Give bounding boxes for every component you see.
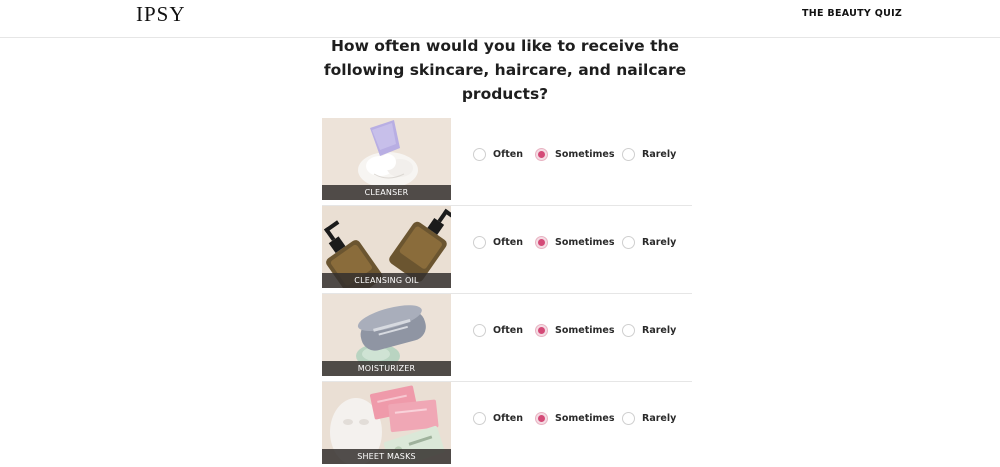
- option-label: Sometimes: [555, 413, 615, 424]
- option-often[interactable]: Often: [473, 324, 523, 337]
- radio-sometimes-selected[interactable]: [535, 324, 548, 337]
- thumb-label: MOISTURIZER: [322, 361, 451, 376]
- radio-often[interactable]: [473, 412, 486, 425]
- option-sometimes[interactable]: Sometimes: [535, 324, 615, 337]
- product-row-sheet-masks: SHEET MASKS Often Sometimes Rarely: [322, 382, 692, 467]
- sheet-masks-image: SHEET MASKS: [322, 382, 451, 464]
- option-sometimes[interactable]: Sometimes: [535, 148, 615, 161]
- frequency-options: Often Sometimes Rarely: [473, 236, 693, 252]
- product-row-cleanser: CLEANSER Often Sometimes Rarely: [322, 118, 692, 206]
- option-sometimes[interactable]: Sometimes: [535, 236, 615, 249]
- top-navigation-bar: IPSY THE BEAUTY QUIZ: [0, 0, 1000, 38]
- option-often[interactable]: Often: [473, 236, 523, 249]
- option-label: Often: [493, 149, 523, 160]
- thumb-label: CLEANSING OIL: [322, 273, 451, 288]
- question-heading: How often would you like to receive the …: [323, 37, 687, 103]
- frequency-options: Often Sometimes Rarely: [473, 324, 693, 340]
- radio-rarely[interactable]: [622, 412, 635, 425]
- option-label: Rarely: [642, 413, 677, 424]
- option-label: Rarely: [642, 237, 677, 248]
- product-row-moisturizer: MOISTURIZER Often Sometimes Rarely: [322, 294, 692, 382]
- thumb-label: SHEET MASKS: [322, 449, 451, 464]
- option-rarely[interactable]: Rarely: [622, 412, 676, 425]
- option-often[interactable]: Often: [473, 148, 523, 161]
- cleanser-image: CLEANSER: [322, 118, 451, 200]
- option-rarely[interactable]: Rarely: [622, 236, 676, 249]
- thumb-label: CLEANSER: [322, 185, 451, 200]
- option-rarely[interactable]: Rarely: [622, 324, 676, 337]
- option-label: Rarely: [642, 325, 677, 336]
- option-label: Sometimes: [555, 149, 615, 160]
- option-often[interactable]: Often: [473, 412, 523, 425]
- option-label: Often: [493, 413, 523, 424]
- option-sometimes[interactable]: Sometimes: [535, 412, 615, 425]
- option-rarely[interactable]: Rarely: [622, 148, 676, 161]
- option-label: Sometimes: [555, 325, 615, 336]
- product-row-cleansing-oil: CLEANSING OIL Often Sometimes Rarely: [322, 206, 692, 294]
- option-label: Often: [493, 237, 523, 248]
- option-label: Sometimes: [555, 237, 615, 248]
- ipsy-logo[interactable]: IPSY: [136, 2, 186, 27]
- option-label: Rarely: [642, 149, 677, 160]
- moisturizer-image: MOISTURIZER: [322, 294, 451, 376]
- product-frequency-list: CLEANSER Often Sometimes Rarely CLEANSIN…: [322, 118, 692, 467]
- frequency-options: Often Sometimes Rarely: [473, 412, 693, 428]
- option-label: Often: [493, 325, 523, 336]
- radio-rarely[interactable]: [622, 236, 635, 249]
- cleansing-oil-image: CLEANSING OIL: [322, 206, 451, 288]
- quiz-title: THE BEAUTY QUIZ: [802, 8, 903, 19]
- radio-often[interactable]: [473, 324, 486, 337]
- radio-sometimes-selected[interactable]: [535, 236, 548, 249]
- radio-rarely[interactable]: [622, 148, 635, 161]
- radio-often[interactable]: [473, 236, 486, 249]
- frequency-options: Often Sometimes Rarely: [473, 148, 693, 164]
- radio-sometimes-selected[interactable]: [535, 412, 548, 425]
- radio-rarely[interactable]: [622, 324, 635, 337]
- radio-sometimes-selected[interactable]: [535, 148, 548, 161]
- radio-often[interactable]: [473, 148, 486, 161]
